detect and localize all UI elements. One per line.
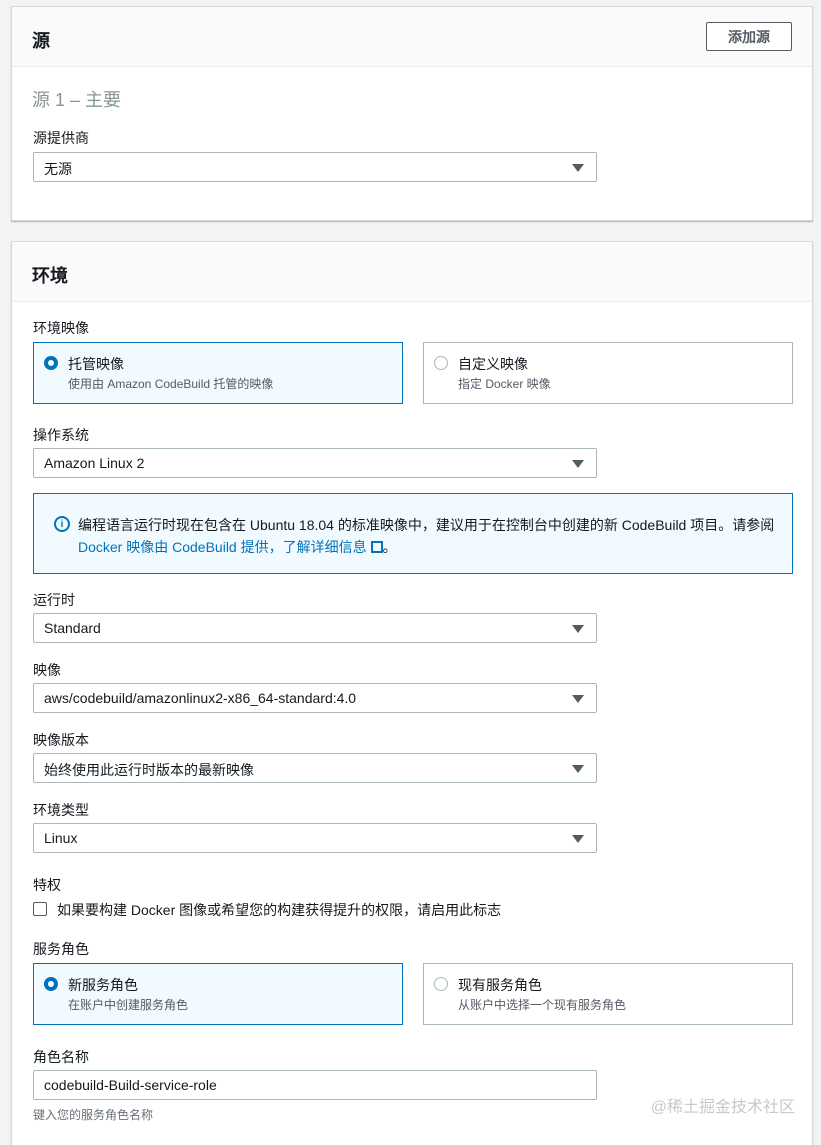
environment-panel: 环境 环境映像 托管映像 使用由 Amazon CodeBuild 托管的映像 …: [11, 241, 813, 1145]
radio-unselected-icon[interactable]: [434, 977, 448, 991]
env-type-label: 环境类型: [33, 802, 89, 818]
source-provider-select[interactable]: 无源: [33, 152, 597, 182]
caret-down-icon: [572, 765, 584, 773]
watermark: @稀土掘金技术社区: [650, 1099, 795, 1116]
service-role-label: 服务角色: [33, 941, 89, 957]
managed-image-desc: 使用由 Amazon CodeBuild 托管的映像: [68, 377, 274, 391]
environment-panel-header: 环境: [12, 242, 812, 302]
info-link[interactable]: Docker 映像由 CodeBuild 提供，了解详细信息: [78, 539, 383, 555]
source-panel: 源 添加源 源 1 – 主要 源提供商 无源: [11, 6, 813, 221]
role-name-label: 角色名称: [33, 1049, 89, 1065]
image-value: aws/codebuild/amazonlinux2-x86_64-standa…: [44, 690, 357, 706]
environment-image-label: 环境映像: [33, 320, 89, 336]
custom-image-option[interactable]: 自定义映像 指定 Docker 映像: [423, 342, 793, 404]
caret-down-icon: [572, 835, 584, 843]
source-provider-value: 无源: [44, 161, 72, 177]
os-select[interactable]: Amazon Linux 2: [33, 448, 597, 478]
info-icon: i: [54, 516, 70, 532]
info-alert: i 编程语言运行时现在包含在 Ubuntu 18.04 的标准映像中，建议用于在…: [33, 493, 793, 574]
existing-service-role-desc: 从账户中选择一个现有服务角色: [458, 998, 627, 1012]
image-version-value: 始终使用此运行时版本的最新映像: [44, 762, 254, 778]
env-type-select[interactable]: Linux: [33, 823, 597, 853]
radio-selected-icon[interactable]: [44, 977, 58, 991]
image-version-select[interactable]: 始终使用此运行时版本的最新映像: [33, 753, 597, 783]
runtime-value: Standard: [44, 620, 101, 636]
caret-down-icon: [572, 164, 584, 172]
info-message: 编程语言运行时现在包含在 Ubuntu 18.04 的标准映像中，建议用于在控制…: [78, 517, 775, 533]
caret-down-icon: [572, 695, 584, 703]
role-name-hint: 键入您的服务角色名称: [33, 1108, 154, 1122]
existing-service-role-title: 现有服务角色: [458, 977, 542, 993]
new-service-role-title: 新服务角色: [68, 977, 138, 993]
runtime-select[interactable]: Standard: [33, 613, 597, 643]
radio-selected-icon[interactable]: [44, 356, 58, 370]
image-label: 映像: [33, 662, 61, 678]
source-subtitle: 源 1 – 主要: [32, 90, 122, 110]
privileged-checkbox-label[interactable]: 如果要构建 Docker 图像或希望您的构建获得提升的权限，请启用此标志: [57, 900, 501, 920]
role-name-input[interactable]: codebuild-Build-service-role: [33, 1070, 597, 1100]
custom-image-desc: 指定 Docker 映像: [458, 377, 551, 391]
info-suffix: 。: [382, 539, 397, 555]
radio-unselected-icon[interactable]: [434, 356, 448, 370]
image-version-label: 映像版本: [33, 732, 89, 748]
environment-panel-title: 环境: [32, 266, 68, 286]
managed-image-option[interactable]: 托管映像 使用由 Amazon CodeBuild 托管的映像: [33, 342, 403, 404]
info-text: 编程语言运行时现在包含在 Ubuntu 18.04 的标准映像中，建议用于在控制…: [78, 514, 778, 558]
os-label: 操作系统: [33, 427, 89, 443]
managed-image-title: 托管映像: [68, 356, 124, 372]
existing-service-role-option[interactable]: 现有服务角色 从账户中选择一个现有服务角色: [423, 963, 793, 1025]
source-panel-header: 源 添加源: [12, 7, 812, 67]
custom-image-title: 自定义映像: [458, 356, 528, 372]
image-select[interactable]: aws/codebuild/amazonlinux2-x86_64-standa…: [33, 683, 597, 713]
env-type-value: Linux: [44, 830, 78, 846]
add-source-button[interactable]: 添加源: [706, 22, 792, 51]
caret-down-icon: [572, 460, 584, 468]
caret-down-icon: [572, 625, 584, 633]
source-provider-label: 源提供商: [33, 130, 89, 146]
privileged-label: 特权: [33, 877, 61, 893]
new-service-role-option[interactable]: 新服务角色 在账户中创建服务角色: [33, 963, 403, 1025]
new-service-role-desc: 在账户中创建服务角色: [68, 998, 189, 1012]
source-panel-title: 源: [32, 31, 50, 51]
os-value: Amazon Linux 2: [44, 455, 145, 471]
privileged-checkbox[interactable]: [33, 902, 47, 916]
info-link-text[interactable]: Docker 映像由 CodeBuild 提供，了解详细信息: [78, 539, 367, 555]
external-link-icon[interactable]: [370, 541, 383, 553]
runtime-label: 运行时: [33, 592, 75, 608]
